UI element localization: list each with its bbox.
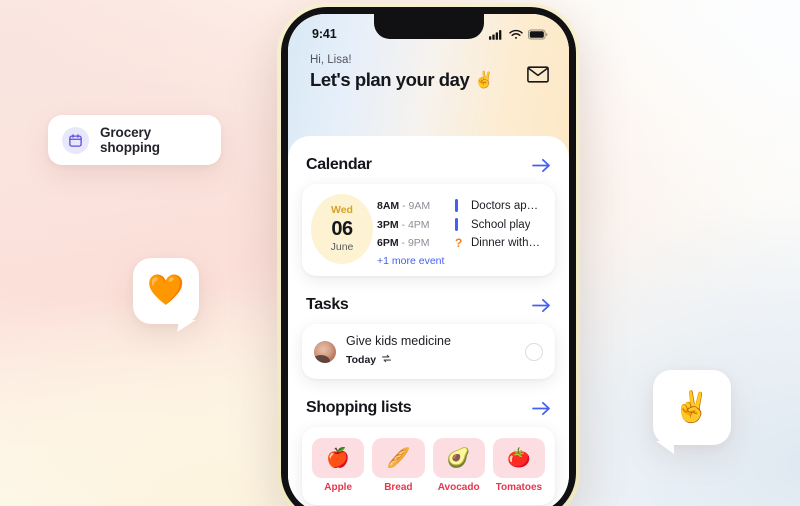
event-name: Dinner with Mark [471, 237, 543, 249]
phone-notch [373, 14, 484, 39]
content-sheet: Calendar Wed 06 June 8AM - 9AM Doctors a… [288, 136, 569, 506]
task-checkbox[interactable] [525, 342, 543, 361]
event-start-time: 8AM [377, 199, 400, 212]
question-mark-icon: ? [455, 236, 463, 250]
apple-icon: 🍎 [312, 438, 365, 478]
shopping-list-card[interactable]: 🍎 Apple 🥖 Bread 🥑 Avocado 🍅 Tomatoes [302, 427, 555, 505]
wifi-icon [509, 29, 523, 39]
shopping-section-header: Shopping lists [302, 399, 555, 417]
battery-icon [528, 29, 548, 39]
event-time: 8AM - 9AM [377, 200, 455, 212]
apple-emoji: 🍎 [326, 447, 350, 469]
event-list: 8AM - 9AM Doctors appoint... 3PM - 4PM [377, 193, 543, 267]
event-start-time: 6PM [377, 237, 399, 249]
calendar-section-title: Calendar [306, 156, 372, 173]
greeting-block: Hi, Lisa! Let's plan your day ✌️ [310, 54, 494, 91]
event-color-bar-icon [455, 199, 471, 212]
bread-icon: 🥖 [372, 438, 425, 478]
calendar-section-header: Calendar [302, 156, 555, 174]
arrow-right-icon[interactable] [532, 298, 551, 313]
shopping-item-label: Tomatoes [495, 482, 543, 493]
avocado-icon: 🥑 [432, 438, 485, 478]
task-card[interactable]: Give kids medicine Today [302, 324, 555, 379]
tomato-emoji: 🍅 [507, 447, 531, 469]
event-end-time: 9PM [407, 237, 430, 249]
envelope-icon[interactable] [527, 66, 549, 88]
shopping-item-label: Avocado [437, 482, 480, 493]
app-header: Hi, Lisa! Let's plan your day ✌️ [288, 48, 569, 91]
orange-heart-icon: 🧡 [147, 274, 185, 307]
event-row[interactable]: 3PM - 4PM School play [377, 218, 543, 231]
event-name: School play [471, 218, 531, 231]
page-title-text: Let's plan your day [310, 69, 470, 90]
event-time: 6PM - 9PM [377, 237, 455, 249]
arrow-right-icon[interactable] [532, 158, 551, 173]
event-end-time: 4PM [407, 218, 430, 231]
task-meta: Today [346, 351, 515, 369]
tasks-section-header: Tasks [302, 296, 555, 314]
avatar [314, 340, 336, 363]
shopping-item[interactable]: 🥖 Bread [372, 438, 425, 493]
calendar-card[interactable]: Wed 06 June 8AM - 9AM Doctors appoint... [302, 184, 555, 276]
task-due-date: Today [346, 354, 377, 366]
task-body: Give kids medicine Today [346, 334, 515, 369]
page-title: Let's plan your day ✌️ [310, 69, 494, 91]
event-color-bar-icon [455, 218, 471, 231]
status-clock: 9:41 [312, 27, 337, 41]
event-time: 3PM - 4PM [377, 219, 455, 231]
task-title: Give kids medicine [346, 334, 451, 348]
shopping-item[interactable]: 🍎 Apple [312, 438, 365, 493]
event-time-separator: - [401, 237, 406, 249]
event-time-separator: - [402, 199, 406, 212]
event-row[interactable]: 8AM - 9AM Doctors appoint... [377, 199, 543, 212]
event-start-time: 3PM [377, 218, 399, 231]
shopping-item-label: Bread [384, 482, 413, 493]
victory-hand-icon: ✌️ [474, 72, 494, 89]
date-badge: Wed 06 June [311, 194, 373, 264]
phone-screen: 9:41 Hi, Lisa! Let's plan your day ✌️ Ca… [288, 14, 569, 506]
tasks-section-title: Tasks [306, 296, 349, 313]
event-row[interactable]: 6PM - 9PM ? Dinner with Mark [377, 237, 543, 249]
shopping-item-label: Apple [324, 482, 353, 493]
grocery-chip-label: Grocery shopping [100, 125, 160, 155]
date-weekday: Wed [331, 204, 353, 217]
tomato-icon: 🍅 [492, 438, 545, 478]
shopping-item[interactable]: 🥑 Avocado [432, 438, 485, 493]
phone-mockup: 9:41 Hi, Lisa! Let's plan your day ✌️ Ca… [277, 3, 580, 506]
event-end-time: 9AM [408, 199, 431, 212]
shopping-section-title: Shopping lists [306, 399, 412, 416]
calendar-icon [62, 126, 89, 154]
date-month: June [330, 241, 354, 254]
date-day: 06 [331, 217, 353, 240]
avocado-emoji: 🥑 [446, 447, 471, 469]
heart-bubble[interactable]: 🧡 [133, 258, 199, 324]
repeat-icon [381, 351, 392, 369]
cellular-signal-icon [489, 29, 502, 40]
peace-bubble[interactable]: ✌️ [653, 370, 731, 454]
status-icons [489, 29, 548, 40]
greeting-subtitle: Hi, Lisa! [310, 54, 352, 66]
arrow-right-icon[interactable] [532, 401, 551, 416]
event-name: Doctors appoint... [471, 199, 543, 212]
more-events-link[interactable]: +1 more event [377, 255, 543, 267]
shopping-item[interactable]: 🍅 Tomatoes [492, 438, 545, 493]
event-time-separator: - [401, 218, 406, 231]
bread-emoji: 🥖 [386, 447, 411, 469]
grocery-shopping-chip[interactable]: Grocery shopping [48, 115, 221, 165]
victory-hand-icon: ✌️ [673, 390, 711, 424]
